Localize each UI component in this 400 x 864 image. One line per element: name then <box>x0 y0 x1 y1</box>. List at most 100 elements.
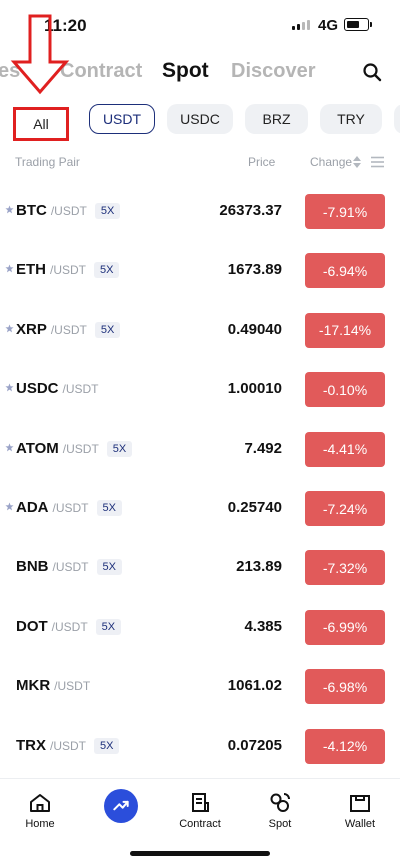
last-price: 1061.02 <box>227 677 282 695</box>
market-row-btc[interactable]: BTC/USDT 5X 26373.37 -7.91% <box>0 182 400 241</box>
base-asset: ATOM <box>16 439 59 457</box>
quote-filter-tabs: All USDT USDC BRZ TRY <box>0 104 400 141</box>
chip-all-label: All <box>33 116 49 132</box>
network-label: 4G <box>318 17 339 34</box>
chip-usdt[interactable]: USDT <box>89 104 155 134</box>
chip-partial[interactable] <box>394 104 400 134</box>
pair-symbol: USDC/USDT <box>16 380 99 397</box>
tab-markets[interactable] <box>104 789 138 823</box>
chip-try[interactable]: TRY <box>320 104 382 134</box>
change-badge[interactable]: -17.14% <box>305 312 385 348</box>
base-asset: XRP <box>16 320 47 338</box>
base-asset: BTC <box>16 202 47 219</box>
chip-all[interactable]: All <box>13 107 69 141</box>
tab-wallet-label: Wallet <box>344 818 376 830</box>
last-price: 0.49040 <box>227 320 282 338</box>
header-trading-pair: Trading Pair <box>15 155 80 169</box>
pair-symbol: ADA/USDT 5X <box>16 499 122 516</box>
change-badge[interactable]: -4.12% <box>305 728 385 764</box>
tab-wallet[interactable]: Wallet <box>330 791 390 830</box>
change-badge[interactable]: -4.41% <box>305 431 385 467</box>
quote-asset: /USDT <box>52 560 89 575</box>
pair-symbol: BTC/USDT 5X <box>16 202 121 219</box>
last-price: 0.25740 <box>227 499 282 516</box>
leverage-badge: 5X <box>94 737 120 754</box>
status-time: 11:20 <box>44 16 87 35</box>
base-asset: BNB <box>16 558 49 576</box>
favorite-star-icon[interactable] <box>5 205 14 214</box>
chip-usdt-label: USDT <box>102 111 142 127</box>
chip-usdc[interactable]: USDC <box>167 104 233 134</box>
quote-asset: /USDT <box>50 204 87 218</box>
home-indicator <box>130 851 270 856</box>
base-asset: TRX <box>16 736 46 754</box>
quote-asset: /USDT <box>50 322 87 337</box>
search-icon[interactable] <box>362 62 382 82</box>
tab-spot[interactable]: Spot <box>162 59 209 83</box>
last-price: 4.385 <box>244 617 282 635</box>
favorite-star-icon[interactable] <box>5 264 14 273</box>
tab-spot-nav[interactable]: Spot <box>250 791 310 830</box>
trend-icon <box>113 800 129 811</box>
favorite-star-icon[interactable] <box>5 383 14 392</box>
list-settings-icon[interactable] <box>371 156 384 168</box>
market-row-xrp[interactable]: XRP/USDT 5X 0.49040 -17.14% <box>0 301 400 360</box>
leverage-badge: 5X <box>96 500 122 516</box>
market-row-usdc[interactable]: USDC/USDT 1.00010 -0.10% <box>0 360 400 419</box>
tab-spot-label: Spot <box>268 818 292 830</box>
pair-symbol: MKR/USDT <box>16 677 90 694</box>
market-row-ada[interactable]: ADA/USDT 5X 0.25740 -7.24% <box>0 479 400 538</box>
quote-asset: /USDT <box>50 738 86 753</box>
header-price[interactable]: Price <box>248 155 275 169</box>
favorite-star-icon[interactable] <box>5 443 14 452</box>
last-price: 26373.37 <box>219 202 282 219</box>
change-badge[interactable]: -0.10% <box>305 372 385 408</box>
leverage-badge: 5X <box>94 203 121 219</box>
leverage-badge: 5X <box>95 618 122 635</box>
pair-symbol: ETH/USDT 5X <box>16 261 120 279</box>
last-price: 1673.89 <box>227 261 282 279</box>
pair-symbol: XRP/USDT 5X <box>16 320 121 338</box>
pair-symbol: TRX/USDT 5X <box>16 736 120 754</box>
quote-asset: /USDT <box>62 382 99 397</box>
market-row-dot[interactable]: DOT/USDT 5X 4.385 -6.99% <box>0 598 400 657</box>
change-badge[interactable]: -6.99% <box>305 609 385 645</box>
header-change[interactable]: Change <box>310 155 352 169</box>
change-badge[interactable]: -6.98% <box>305 669 385 705</box>
favorite-star-icon[interactable] <box>5 324 14 333</box>
base-asset: ETH <box>16 261 46 279</box>
favorite-star-icon[interactable] <box>5 502 14 511</box>
quote-asset: /USDT <box>50 263 86 278</box>
wallet-icon <box>350 795 370 812</box>
tab-partial[interactable]: es <box>0 60 20 83</box>
sort-icon[interactable] <box>352 155 362 169</box>
home-icon <box>30 794 50 812</box>
tab-contract[interactable]: Contract <box>60 60 142 83</box>
tab-contract-label: Contract <box>179 818 221 830</box>
chip-brz[interactable]: BRZ <box>245 104 308 134</box>
last-price: 0.07205 <box>227 736 282 754</box>
leverage-badge: 5X <box>106 440 133 457</box>
leverage-badge: 5X <box>94 321 121 338</box>
market-row-trx[interactable]: TRX/USDT 5X 0.07205 -4.12% <box>0 717 400 776</box>
last-price: 1.00010 <box>227 380 282 398</box>
market-row-bnb[interactable]: BNB/USDT 5X 213.89 -7.32% <box>0 538 400 597</box>
tab-home-label: Home <box>25 818 55 830</box>
change-badge[interactable]: -7.32% <box>305 550 385 586</box>
last-price: 7.492 <box>244 439 282 457</box>
contract-icon <box>192 793 209 812</box>
market-row-atom[interactable]: ATOM/USDT 5X 7.492 -4.41% <box>0 420 400 479</box>
change-badge[interactable]: -7.24% <box>305 491 385 526</box>
tab-discover[interactable]: Discover <box>231 60 316 83</box>
pair-symbol: DOT/USDT 5X <box>16 618 122 635</box>
top-tabs: es Contract Spot Discover <box>0 56 400 90</box>
leverage-badge: 5X <box>96 559 122 576</box>
change-badge[interactable]: -7.91% <box>305 194 385 229</box>
change-badge[interactable]: -6.94% <box>305 253 385 289</box>
market-row-mkr[interactable]: MKR/USDT 1061.02 -6.98% <box>0 657 400 716</box>
tab-home[interactable]: Home <box>10 791 70 830</box>
battery-icon <box>344 18 372 31</box>
base-asset: ADA <box>16 499 49 516</box>
market-row-eth[interactable]: ETH/USDT 5X 1673.89 -6.94% <box>0 241 400 300</box>
tab-contract-nav[interactable]: Contract <box>170 791 230 830</box>
